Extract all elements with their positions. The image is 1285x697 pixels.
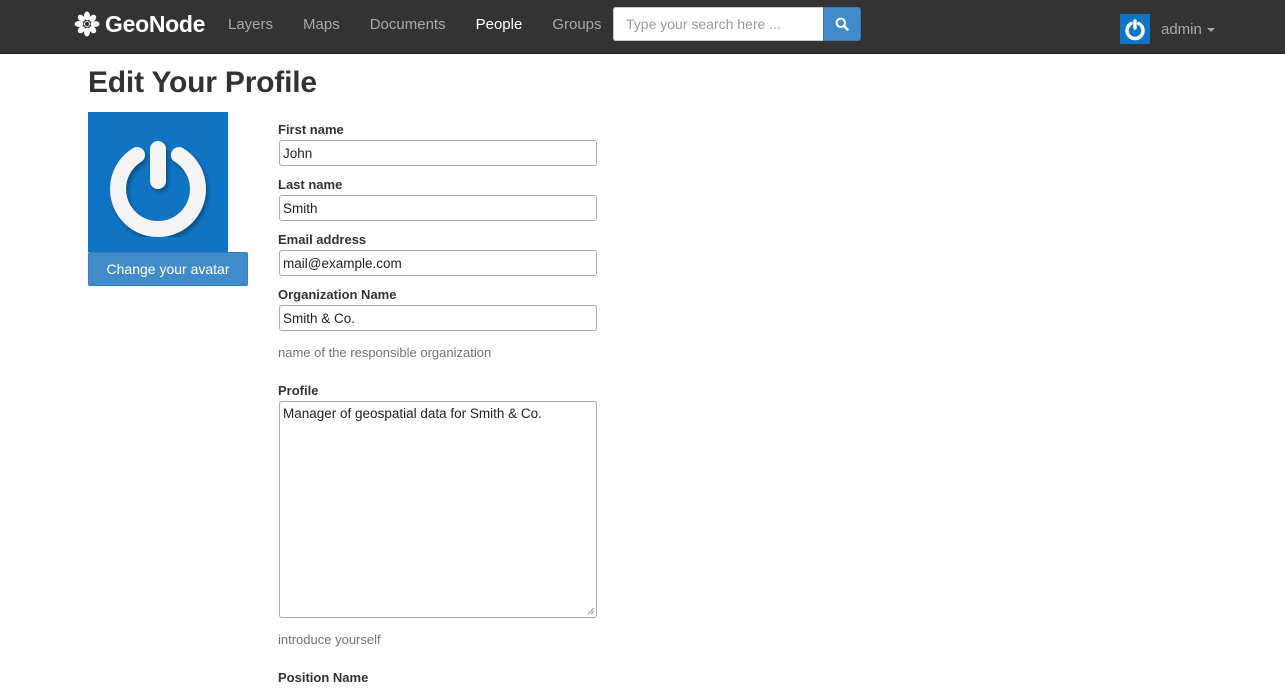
top-navbar: GeoNode Layers Maps Documents People Gro… (0, 0, 1285, 54)
email-label: Email address (278, 232, 367, 247)
profile-group: Profile Manager of geospatial data for S… (278, 382, 598, 650)
search-form (613, 7, 861, 41)
profile-textarea[interactable]: Manager of geospatial data for Smith & C… (279, 401, 597, 618)
brand-name: GeoNode (105, 10, 206, 37)
profile-textarea-wrap: Manager of geospatial data for Smith & C… (278, 401, 598, 618)
last-name-label: Last name (278, 177, 343, 192)
organization-group: Organization Name name of the responsibl… (278, 286, 598, 363)
position-label: Position Name (278, 670, 369, 685)
search-icon (835, 17, 849, 31)
search-input[interactable] (613, 7, 823, 41)
nav-item-groups[interactable]: Groups (537, 0, 616, 50)
organization-field[interactable] (279, 305, 597, 331)
organization-label: Organization Name (278, 287, 397, 302)
last-name-field[interactable] (279, 195, 597, 221)
page-title: Edit Your Profile (88, 66, 317, 99)
change-avatar-button[interactable]: Change your avatar (88, 252, 248, 286)
email-field[interactable] (279, 250, 597, 276)
organization-help-text: name of the responsible organization (278, 345, 492, 360)
profile-form: First name Last name Email address Organ… (278, 121, 598, 697)
geonode-logo-icon (74, 11, 100, 37)
first-name-group: First name (278, 121, 598, 166)
main-nav: Layers Maps Documents People Groups (213, 0, 617, 50)
nav-item-layers[interactable]: Layers (213, 0, 288, 50)
profile-label: Profile (278, 383, 319, 398)
first-name-field[interactable] (279, 140, 597, 166)
search-button[interactable] (823, 7, 861, 41)
email-group: Email address (278, 231, 598, 276)
gravatar-power-icon (1125, 19, 1145, 41)
nav-item-documents[interactable]: Documents (355, 0, 461, 50)
first-name-label: First name (278, 122, 344, 137)
nav-item-maps[interactable]: Maps (288, 0, 355, 50)
resize-grip-icon[interactable] (586, 606, 595, 615)
chevron-down-icon (1206, 28, 1215, 32)
position-group: Position Name (278, 669, 598, 687)
gravatar-power-icon (110, 141, 206, 237)
nav-item-people[interactable]: People (461, 0, 538, 50)
profile-avatar (88, 112, 228, 252)
last-name-group: Last name (278, 176, 598, 221)
user-avatar (1120, 14, 1150, 44)
profile-help-text: introduce yourself (278, 632, 381, 647)
user-name: admin (1161, 20, 1202, 38)
user-menu-toggle[interactable]: admin (1120, 14, 1215, 44)
brand-logo-link[interactable]: GeoNode (74, 9, 205, 39)
